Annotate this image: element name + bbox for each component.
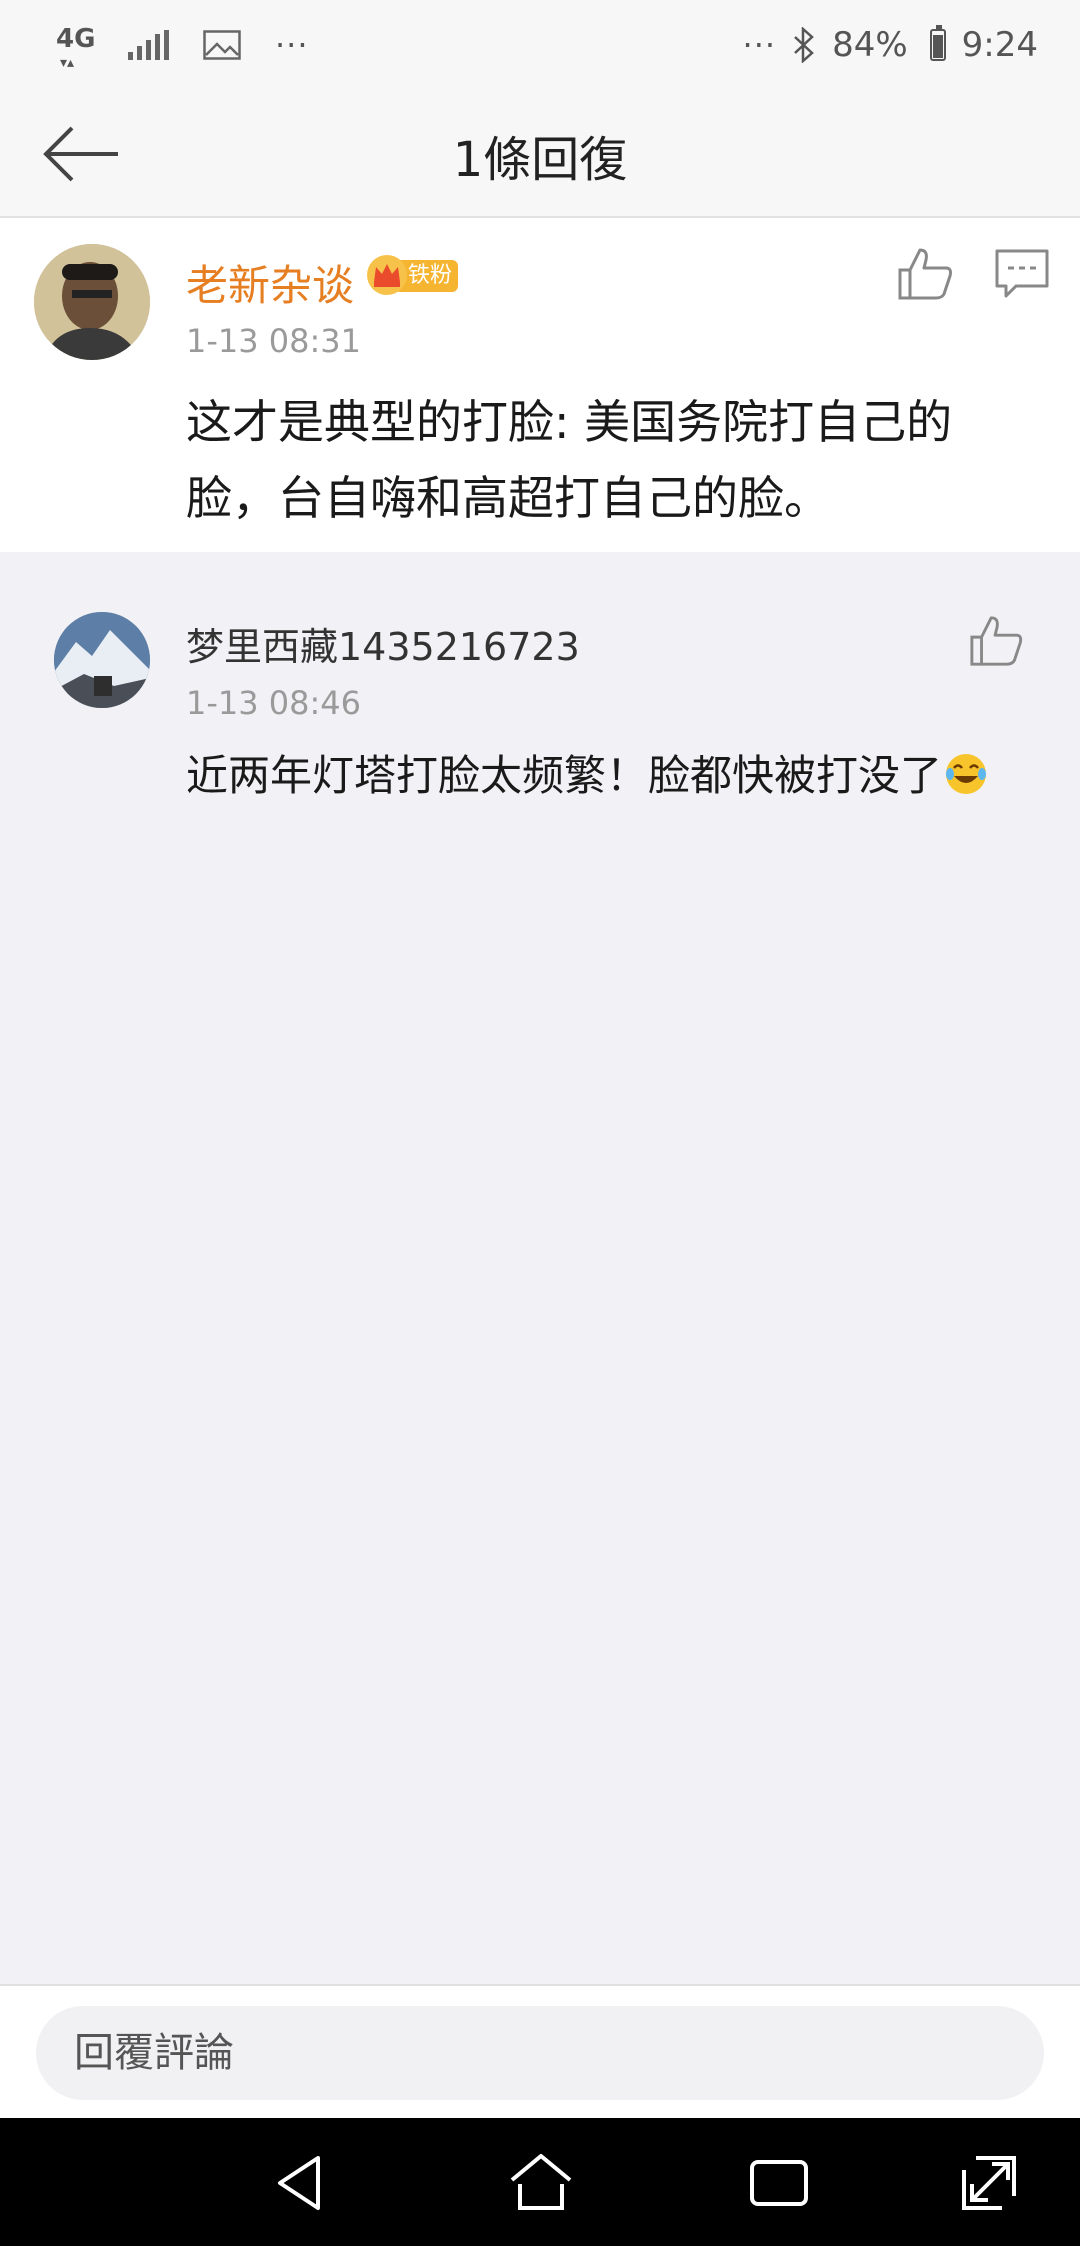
nav-home-icon [510,2154,572,2210]
like-button[interactable] [896,244,956,304]
clock: 9:24 [961,25,1038,65]
reply-item: 梦里西藏1435216723 1-13 08:46 近两年灯塔打脸太频繁！脸都快… [0,582,1080,822]
main-comment: 老新杂谈 铁粉 1-13 08:31 这才是典型的打脸: 美国务院打自己的脸，台… [0,218,1080,552]
status-more-dots: ··· [275,26,309,64]
laugh-cry-emoji-icon [946,754,987,794]
reply-text: 近两年灯塔打脸太频繁！脸都快被打没了 [186,751,943,800]
reply-avatar[interactable] [54,612,150,708]
reply-avatar-image [54,612,150,708]
crown-icon [367,255,407,295]
nav-expand-button[interactable] [954,2148,1024,2218]
status-bar-right: ··· 84% 9:24 [743,22,1038,68]
avatar-image [34,244,150,360]
comment-icon [995,249,1049,298]
reply-text-container: 近两年灯塔打脸太频繁！脸都快被打没了 [186,742,988,803]
status-bar: 4G ▾▴ ··· ··· 84% 9:24 [0,0,1080,90]
nav-recents-icon [750,2160,808,2206]
reply-comment-input[interactable]: 回覆評論 [36,2006,1044,2100]
nav-recents-button[interactable] [744,2148,814,2218]
battery-percent: 84% [832,25,908,65]
nav-home-button[interactable] [506,2148,576,2218]
battery-icon [929,25,946,61]
comment-timestamp: 1-13 08:31 [186,322,362,360]
bluetooth-icon [794,27,814,63]
comment-username[interactable]: 老新杂谈 [186,252,354,313]
comment-text: 这才是典型的打脸: 美国务院打自己的脸，台自嗨和高超打自己的脸。 [186,395,953,525]
network-label: 4G [56,24,96,54]
nav-expand-icon [962,2156,1016,2210]
reply-username[interactable]: 梦里西藏1435216723 [186,616,580,671]
reply-timestamp: 1-13 08:46 [186,684,362,722]
gallery-icon [203,30,241,60]
reply-button[interactable] [994,248,1050,300]
thumbs-up-icon [898,248,952,300]
avatar[interactable] [34,244,150,360]
reply-like-button[interactable] [968,612,1026,670]
reply-input-bar: 回覆評論 [0,1984,1080,2118]
status-bar-left: 4G ▾▴ ··· [54,22,309,71]
thumbs-up-icon [970,616,1023,666]
system-nav-bar [0,2118,1080,2246]
nav-back-button[interactable] [268,2148,338,2218]
network-4g-icon: 4G ▾▴ [56,24,96,71]
signal-icon [128,30,169,60]
page-title: 1條回復 [452,132,628,188]
fan-badge: 铁粉 [366,254,460,296]
top-bar: 1條回復 [0,90,1080,218]
nav-back-icon [278,2156,320,2210]
status-more-dots-right: ··· [742,26,777,64]
